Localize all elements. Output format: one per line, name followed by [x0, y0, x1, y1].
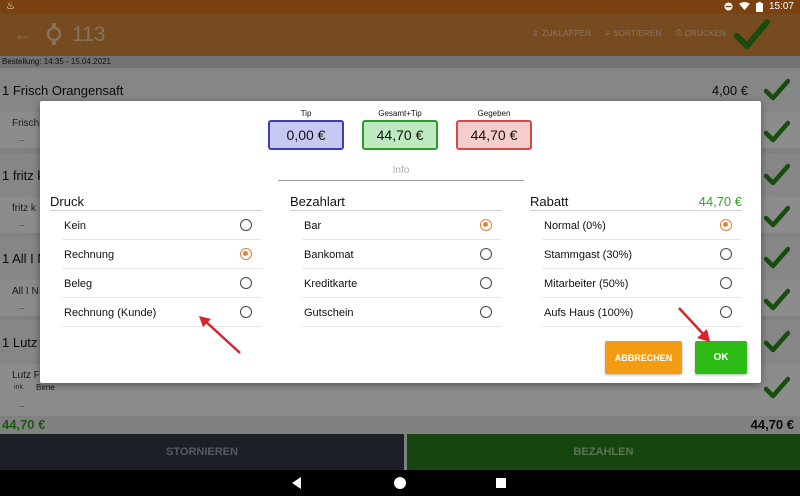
- discount-option-regular[interactable]: Stammgast (30%): [542, 240, 742, 269]
- radio-button[interactable]: [720, 248, 732, 260]
- total-label: Gesamt+Tip: [378, 109, 422, 118]
- cancel-button[interactable]: ABBRECHEN: [605, 341, 682, 374]
- payment-method-options: Bezahlart Bar Bankomat Kreditkarte Gutsc…: [290, 194, 502, 327]
- payment-dialog: Tip 0,00 € Gesamt+Tip 44,70 € Gegeben 44…: [40, 101, 761, 383]
- payment-option-voucher[interactable]: Gutschein: [302, 298, 502, 327]
- status-bar: ♨ 15:07: [0, 0, 800, 14]
- status-time: 15:07: [768, 1, 794, 12]
- radio-button-selected[interactable]: [720, 219, 732, 231]
- battery-icon: [755, 1, 763, 12]
- radio-button[interactable]: [240, 219, 252, 231]
- discount-amount: 44,70 €: [698, 194, 742, 209]
- minus-circle-icon: [724, 2, 733, 11]
- print-option-invoice[interactable]: Rechnung: [62, 240, 262, 269]
- discount-option-staff[interactable]: Mitarbeiter (50%): [542, 269, 742, 298]
- print-option-none[interactable]: Kein: [62, 211, 262, 240]
- info-field[interactable]: Info: [278, 165, 524, 181]
- radio-button[interactable]: [720, 277, 732, 289]
- radio-button[interactable]: [720, 306, 732, 318]
- payment-option-debit[interactable]: Bankomat: [302, 240, 502, 269]
- radio-button[interactable]: [480, 248, 492, 260]
- annotation-arrow-icon: [199, 316, 241, 354]
- tip-label: Tip: [300, 109, 312, 118]
- given-group: Gegeben 44,70 €: [456, 109, 532, 150]
- print-options: Druck Kein Rechnung Beleg Rechnung (Kund…: [50, 194, 262, 327]
- payment-option-cash[interactable]: Bar: [302, 211, 502, 240]
- radio-button[interactable]: [480, 277, 492, 289]
- print-option-receipt[interactable]: Beleg: [62, 269, 262, 298]
- total-group: Gesamt+Tip 44,70 €: [362, 109, 438, 150]
- radio-button-selected[interactable]: [240, 248, 252, 260]
- given-label: Gegeben: [477, 109, 511, 118]
- nav-recents-icon[interactable]: [496, 478, 506, 488]
- discount-title: Rabatt 44,70 €: [530, 194, 742, 211]
- radio-button-selected[interactable]: [480, 219, 492, 231]
- total-field[interactable]: 44,70 €: [362, 120, 438, 150]
- nav-home-icon[interactable]: [394, 477, 406, 489]
- radio-button[interactable]: [480, 306, 492, 318]
- payment-title: Bezahlart: [290, 194, 502, 211]
- given-field[interactable]: 44,70 €: [456, 120, 532, 150]
- annotation-arrow-icon: [678, 307, 710, 342]
- radio-button[interactable]: [240, 277, 252, 289]
- discount-option-normal[interactable]: Normal (0%): [542, 211, 742, 240]
- print-title: Druck: [50, 194, 262, 211]
- app-notification-icon: ♨: [6, 1, 15, 12]
- tip-field[interactable]: 0,00 €: [268, 120, 344, 150]
- wifi-icon: [739, 2, 750, 11]
- nav-back-icon[interactable]: [292, 477, 301, 489]
- android-nav-bar: [0, 470, 800, 496]
- payment-option-credit[interactable]: Kreditkarte: [302, 269, 502, 298]
- tip-group: Tip 0,00 €: [268, 109, 344, 150]
